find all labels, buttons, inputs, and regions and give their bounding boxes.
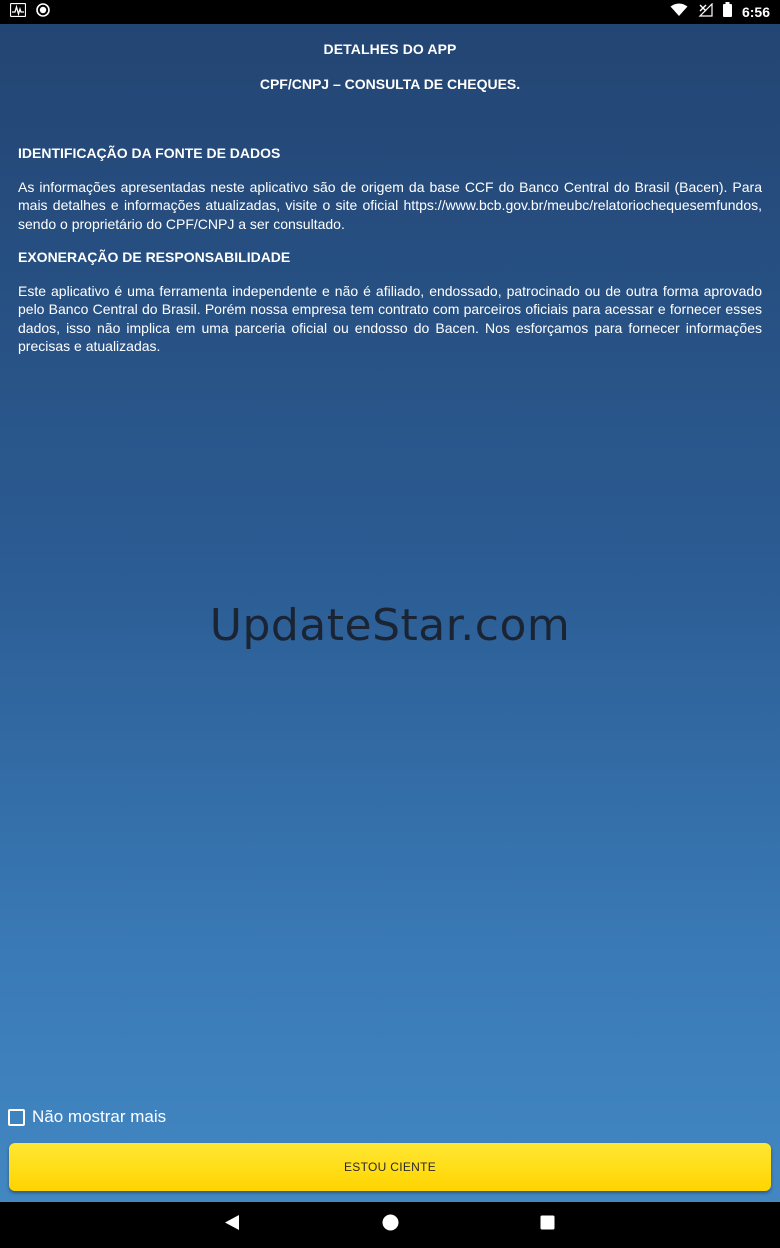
app-name: CPF/CNPJ – CONSULTA DE CHEQUES. <box>259 76 521 92</box>
watermark: UpdateStar.com <box>209 600 571 651</box>
home-circle-icon <box>382 1214 399 1236</box>
recents-button[interactable] <box>517 1202 577 1248</box>
back-triangle-icon <box>224 1214 240 1236</box>
section-heading-data-source: IDENTIFICAÇÃO DA FONTE DE DADOS <box>18 145 281 161</box>
checkbox-icon[interactable] <box>8 1108 25 1126</box>
acknowledge-button[interactable]: ESTOU CIENTE <box>9 1143 771 1191</box>
checkbox-label: Não mostrar mais <box>32 1107 167 1126</box>
back-button[interactable] <box>202 1202 262 1248</box>
status-right-icons: 6:56 <box>670 2 770 22</box>
dont-show-again-checkbox[interactable]: Não mostrar mais <box>8 1107 166 1127</box>
section-body-disclaimer: Este aplicativo é uma ferramenta indepen… <box>18 282 762 355</box>
activity-icon <box>9 2 27 22</box>
section-heading-disclaimer: EXONERAÇÃO DE RESPONSABILIDADE <box>18 249 291 265</box>
app-screen: DETALHES DO APP CPF/CNPJ – CONSULTA DE C… <box>0 24 780 1202</box>
home-button[interactable] <box>360 1202 420 1248</box>
recents-square-icon <box>540 1215 555 1235</box>
page-title: DETALHES DO APP <box>323 41 457 57</box>
battery-icon <box>722 2 732 22</box>
wifi-icon <box>670 3 688 22</box>
details-content: IDENTIFICAÇÃO DA FONTE DE DADOS As infor… <box>18 144 762 371</box>
section-body-data-source: As informações apresentadas neste aplica… <box>18 178 762 232</box>
navigation-bar <box>0 1202 780 1248</box>
signal-icon <box>698 2 713 22</box>
status-bar: 6:56 <box>0 0 780 24</box>
status-time: 6:56 <box>741 4 770 20</box>
record-icon <box>36 2 50 22</box>
status-left-icons <box>9 2 50 22</box>
